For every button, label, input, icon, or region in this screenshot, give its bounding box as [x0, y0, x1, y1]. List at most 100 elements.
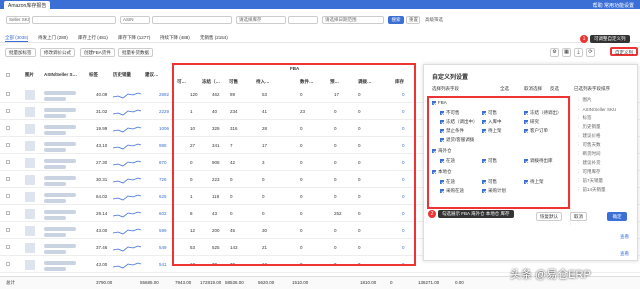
restore-default-button[interactable]: 恢复默认 [536, 212, 562, 221]
drag-handle-icon[interactable]: ⋮ [576, 187, 581, 193]
batch-restock-button[interactable]: 批量补货数据 [118, 48, 153, 57]
batch-tag-button[interactable]: 批量加标签 [5, 48, 36, 57]
sorted-field-item[interactable]: ⋮ 可售天数 [576, 142, 601, 148]
asin-text [44, 142, 76, 146]
asin-text [44, 176, 76, 180]
sorted-field-item[interactable]: ⋮ 图片 [576, 97, 592, 103]
search-button[interactable]: 搜索 [388, 16, 404, 24]
status-tabs: 全部 (3036) 待发上门 (280) 库存上行 (481) 库存下降 (12… [0, 33, 640, 43]
row-suggest: 2229 [159, 109, 170, 114]
row-suggest: 870 [159, 160, 167, 165]
sku-text [44, 97, 66, 101]
sorted-field-item[interactable]: ⋮ 建议价格 [576, 133, 601, 139]
row-suggest: 541 [159, 262, 167, 267]
row-checkbox[interactable] [6, 262, 10, 266]
row-checkbox[interactable] [6, 143, 10, 147]
sorted-field-item[interactable]: ⋮ 前14天销量 [576, 187, 606, 193]
row-checkbox[interactable] [6, 194, 10, 198]
product-thumbnail [25, 158, 35, 168]
row-checkbox[interactable] [6, 245, 10, 249]
total-v7: 1510.00 [292, 280, 309, 285]
drag-handle-icon[interactable]: ⋮ [576, 115, 581, 121]
tab-continuous-fall[interactable]: 持续下降 (488) [160, 35, 190, 41]
sorted-field-item[interactable]: ⋮ 断货时间 [576, 151, 601, 157]
sorted-field-item[interactable]: ⋮ ASIN/Seller SKU [576, 106, 616, 112]
row-sales: 31.02 [96, 109, 108, 114]
edit-formula-button[interactable]: 修改调价公式 [40, 48, 75, 57]
totals-label: 总计 [6, 280, 15, 285]
col-pic: 图片 [25, 72, 34, 77]
tab-inventory-report[interactable]: Amazon库存报告 [4, 1, 51, 9]
row-sales: 43.00 [96, 228, 108, 233]
view-link[interactable]: 查看 [620, 234, 629, 240]
asin-input[interactable] [152, 16, 232, 24]
advanced-filter-link[interactable]: 高级筛选 [425, 17, 443, 23]
sorted-field-item[interactable]: ⋮ 前7天销量 [576, 178, 603, 184]
tab-pending[interactable]: 待发上门 (280) [38, 35, 68, 41]
sku-text [44, 233, 66, 237]
drag-handle-icon[interactable]: ⋮ [576, 124, 581, 130]
drag-handle-icon[interactable]: ⋮ [576, 178, 581, 184]
drag-handle-icon[interactable]: ⋮ [576, 106, 581, 112]
row-suggest: 602 [159, 211, 167, 216]
select-all-link[interactable]: 全选 [500, 86, 509, 92]
asin-select[interactable]: ASIN [120, 16, 150, 24]
settings-icon[interactable]: ⚙ [550, 48, 559, 57]
sales-trend-sparkline [113, 109, 141, 116]
sorted-field-item[interactable]: ⋮ 可用库存 [576, 169, 601, 175]
inventory-select[interactable]: 请选择库存 [236, 16, 286, 24]
row-checkbox[interactable] [6, 160, 10, 164]
confirm-button[interactable]: 确定 [607, 212, 627, 221]
sales-trend-sparkline [113, 177, 141, 184]
row-checkbox[interactable] [6, 126, 10, 130]
download-icon[interactable]: ⤓ [574, 48, 583, 57]
reset-button[interactable]: 重置 [406, 16, 420, 24]
sorted-field-item[interactable]: ⋮ 标签 [576, 115, 592, 121]
total-v2: 55685.00 [140, 280, 159, 285]
create-fba-button[interactable]: 创建FBA货件 [80, 48, 115, 57]
header-links[interactable]: 帮助 常用功能设置 [593, 2, 634, 9]
tab-no-sales[interactable]: 无销售 (2154) [200, 35, 228, 41]
sorted-field-item[interactable]: ⋮ 建议补货 [576, 160, 601, 166]
tab-rising[interactable]: 库存上行 (481) [78, 35, 108, 41]
row-sales: 29.14 [96, 211, 108, 216]
row-checkbox[interactable] [6, 211, 10, 215]
drag-handle-icon[interactable]: ⋮ [576, 151, 581, 157]
drag-handle-icon[interactable]: ⋮ [576, 160, 581, 166]
total-v4: 172819.00 [200, 280, 222, 285]
asin-text [44, 193, 76, 197]
product-thumbnail [25, 141, 35, 151]
total-v1: 3790.00 [96, 280, 113, 285]
product-thumbnail [25, 209, 35, 219]
annotation-badge-2: 2 [428, 210, 436, 218]
row-checkbox[interactable] [6, 92, 10, 96]
invert-link[interactable]: 反选 [550, 86, 559, 92]
product-thumbnail [25, 175, 35, 185]
asin-text [44, 91, 76, 95]
row-checkbox[interactable] [6, 228, 10, 232]
drag-handle-icon[interactable]: ⋮ [576, 97, 581, 103]
deselect-link[interactable]: 取消选择 [524, 86, 542, 92]
row-suggest: 549 [159, 245, 167, 250]
date-range-input[interactable]: 请选择日期范围 [322, 16, 384, 24]
seller-sku-input[interactable] [32, 16, 116, 24]
sku-text [44, 148, 66, 152]
tab-falling[interactable]: 库存下降 (1277) [118, 35, 150, 41]
sorted-field-item[interactable]: ⋮ 历史销量 [576, 124, 601, 130]
sales-trend-sparkline [113, 126, 141, 133]
view-link[interactable]: 查看 [620, 251, 629, 257]
drag-handle-icon[interactable]: ⋮ [576, 142, 581, 148]
custom-columns-button[interactable]: 自定义列 [610, 47, 638, 56]
drag-handle-icon[interactable]: ⋮ [576, 133, 581, 139]
inventory-input[interactable] [288, 16, 318, 24]
product-thumbnail [25, 124, 35, 134]
select-all-checkbox[interactable] [6, 73, 10, 77]
grid-icon[interactable]: ▦ [562, 48, 571, 57]
row-checkbox[interactable] [6, 177, 10, 181]
drag-handle-icon[interactable]: ⋮ [576, 169, 581, 175]
tab-all[interactable]: 全部 (3036) [5, 35, 29, 42]
seller-sku-select[interactable]: Seller SKU [6, 16, 30, 24]
row-checkbox[interactable] [6, 109, 10, 113]
refresh-icon[interactable]: ⟳ [586, 48, 595, 57]
cancel-button[interactable]: 取消 [570, 212, 587, 221]
